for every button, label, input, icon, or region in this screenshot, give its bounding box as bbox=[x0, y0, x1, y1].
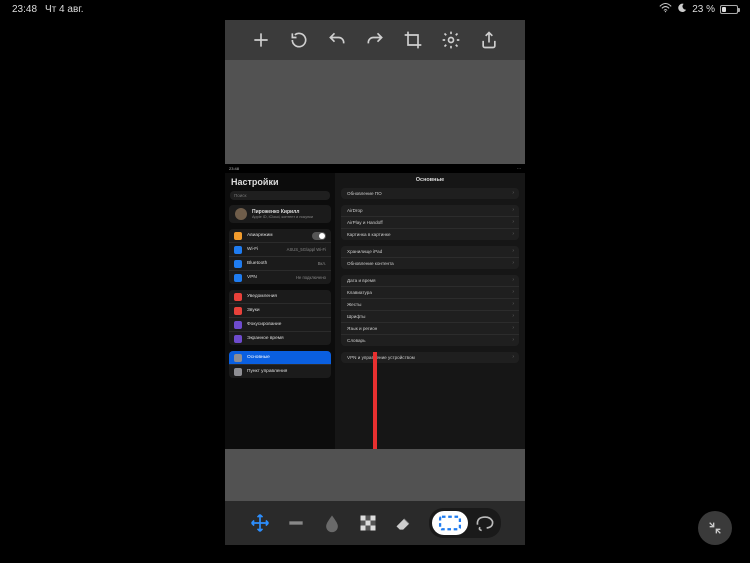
detail-group: VPN и управление устройством bbox=[341, 352, 519, 363]
row-label: Уведомления bbox=[247, 294, 277, 299]
detail-row: Язык и регион bbox=[341, 323, 519, 335]
row-label: Основные bbox=[247, 355, 270, 360]
detail-row: Обновление ПО bbox=[341, 188, 519, 199]
detail-group: AirDropAirPlay и HandoffКартинка в карти… bbox=[341, 205, 519, 240]
row-icon bbox=[234, 293, 242, 301]
status-date: Чт 4 авг. bbox=[45, 4, 83, 15]
settings-detail: Основные Обновление ПО AirDropAirPlay и … bbox=[335, 173, 525, 449]
row-value: ASUS_5G/appl Wi-Fi bbox=[287, 247, 326, 252]
device-status-bar: 23:48 Чт 4 авг. 23 % bbox=[0, 0, 750, 18]
row-icon bbox=[234, 260, 242, 268]
detail-row: Шрифты bbox=[341, 311, 519, 323]
toggle bbox=[312, 232, 326, 240]
row-label: Bluetooth bbox=[247, 261, 267, 266]
pixelate-tool[interactable] bbox=[357, 512, 379, 534]
detail-row: AirDrop bbox=[341, 205, 519, 217]
row-label: Пункт управления bbox=[247, 369, 287, 374]
status-time: 23:48 bbox=[12, 4, 37, 15]
row-icon bbox=[234, 321, 242, 329]
rotate-button[interactable] bbox=[289, 30, 309, 50]
move-tool[interactable] bbox=[249, 512, 271, 534]
editor-panel: 23:48 ⋯ Настройки Поиск Пироженко Кирилл… bbox=[225, 20, 525, 545]
detail-row: Дата и время bbox=[341, 275, 519, 287]
settings-row: Уведомления bbox=[229, 290, 331, 304]
detail-group: Дата и времяКлавиатураЖестыШрифтыЯзык и … bbox=[341, 275, 519, 346]
canvas-padding-top bbox=[225, 60, 525, 164]
settings-row: Фокусирование bbox=[229, 318, 331, 332]
canvas-area: 23:48 ⋯ Настройки Поиск Пироженко Кирилл… bbox=[225, 60, 525, 501]
settings-group-conn: Авиарежим Wi-Fi ASUS_5G/appl Wi-Fi Bluetoot… bbox=[229, 229, 331, 284]
wifi-icon bbox=[659, 3, 672, 16]
row-icon bbox=[234, 368, 242, 376]
detail-row: Картинка в картинке bbox=[341, 229, 519, 240]
settings-row: Экранное время bbox=[229, 332, 331, 345]
settings-group-notif: Уведомления Звуки Фокусирование Экранное вр… bbox=[229, 290, 331, 345]
detail-title: Основные bbox=[335, 173, 525, 188]
detail-row: Словарь bbox=[341, 335, 519, 346]
eraser-tool[interactable] bbox=[393, 512, 415, 534]
bottom-toolbar bbox=[225, 501, 525, 545]
row-icon bbox=[234, 246, 242, 254]
crop-button[interactable] bbox=[403, 30, 423, 50]
settings-button[interactable] bbox=[441, 30, 461, 50]
detail-row: Жесты bbox=[341, 299, 519, 311]
row-label: VPN bbox=[247, 275, 257, 280]
lasso-select-tool[interactable] bbox=[472, 512, 498, 534]
detail-group: Хранилище iPadОбновление контента bbox=[341, 246, 519, 269]
row-label: Авиарежим bbox=[247, 233, 273, 238]
settings-title: Настройки bbox=[225, 173, 335, 189]
row-label: Wi-Fi bbox=[247, 247, 258, 252]
settings-row: Авиарежим bbox=[229, 229, 331, 243]
add-button[interactable] bbox=[251, 30, 271, 50]
settings-sidebar: Настройки Поиск Пироженко Кирилл Apple I… bbox=[225, 173, 335, 449]
mini-status-time: 23:48 bbox=[229, 166, 239, 171]
battery-icon bbox=[720, 5, 738, 14]
row-icon bbox=[234, 354, 242, 362]
share-button[interactable] bbox=[479, 30, 499, 50]
dnd-moon-icon bbox=[677, 3, 687, 16]
detail-row: Хранилище iPad bbox=[341, 246, 519, 258]
rect-select-tool[interactable] bbox=[432, 511, 468, 535]
settings-search: Поиск bbox=[230, 191, 330, 200]
undo-button[interactable] bbox=[327, 30, 347, 50]
settings-row: Звуки bbox=[229, 304, 331, 318]
row-icon bbox=[234, 274, 242, 282]
settings-row: Пункт управления bbox=[229, 365, 331, 378]
settings-group-general: Основные Пункт управления bbox=[229, 351, 331, 378]
battery-percent: 23 % bbox=[692, 4, 715, 15]
collapse-floating-button[interactable] bbox=[698, 511, 732, 545]
row-label: Экранное время bbox=[247, 336, 284, 341]
settings-row: VPN Не подключено bbox=[229, 271, 331, 284]
settings-row: Wi-Fi ASUS_5G/appl Wi-Fi bbox=[229, 243, 331, 257]
detail-group: Обновление ПО bbox=[341, 188, 519, 199]
blur-tool[interactable] bbox=[321, 512, 343, 534]
settings-row: Основные bbox=[229, 351, 331, 365]
row-icon bbox=[234, 335, 242, 343]
redo-button[interactable] bbox=[365, 30, 385, 50]
mini-status-right: ⋯ bbox=[517, 166, 521, 171]
edited-image[interactable]: 23:48 ⋯ Настройки Поиск Пироженко Кирилл… bbox=[225, 164, 525, 449]
selection-tool-group bbox=[429, 508, 501, 538]
account-sub: Apple ID, iCloud, контент и покупки bbox=[252, 215, 313, 219]
row-value: Вкл. bbox=[318, 261, 326, 266]
detail-row: Клавиатура bbox=[341, 287, 519, 299]
settings-row: Bluetooth Вкл. bbox=[229, 257, 331, 271]
row-value: Не подключено bbox=[296, 275, 326, 280]
detail-row: AirPlay и Handoff bbox=[341, 217, 519, 229]
detail-row: Обновление контента bbox=[341, 258, 519, 269]
row-label: Фокусирование bbox=[247, 322, 281, 327]
detail-row: VPN и управление устройством bbox=[341, 352, 519, 363]
embedded-settings-screenshot: 23:48 ⋯ Настройки Поиск Пироженко Кирилл… bbox=[225, 164, 525, 449]
minus-tool[interactable] bbox=[285, 512, 307, 534]
account-row: Пироженко Кирилл Apple ID, iCloud, конте… bbox=[229, 205, 331, 223]
canvas-padding-bottom bbox=[225, 449, 525, 501]
row-icon bbox=[234, 307, 242, 315]
row-icon bbox=[234, 232, 242, 240]
top-toolbar bbox=[225, 20, 525, 60]
avatar bbox=[235, 208, 247, 220]
row-label: Звуки bbox=[247, 308, 260, 313]
